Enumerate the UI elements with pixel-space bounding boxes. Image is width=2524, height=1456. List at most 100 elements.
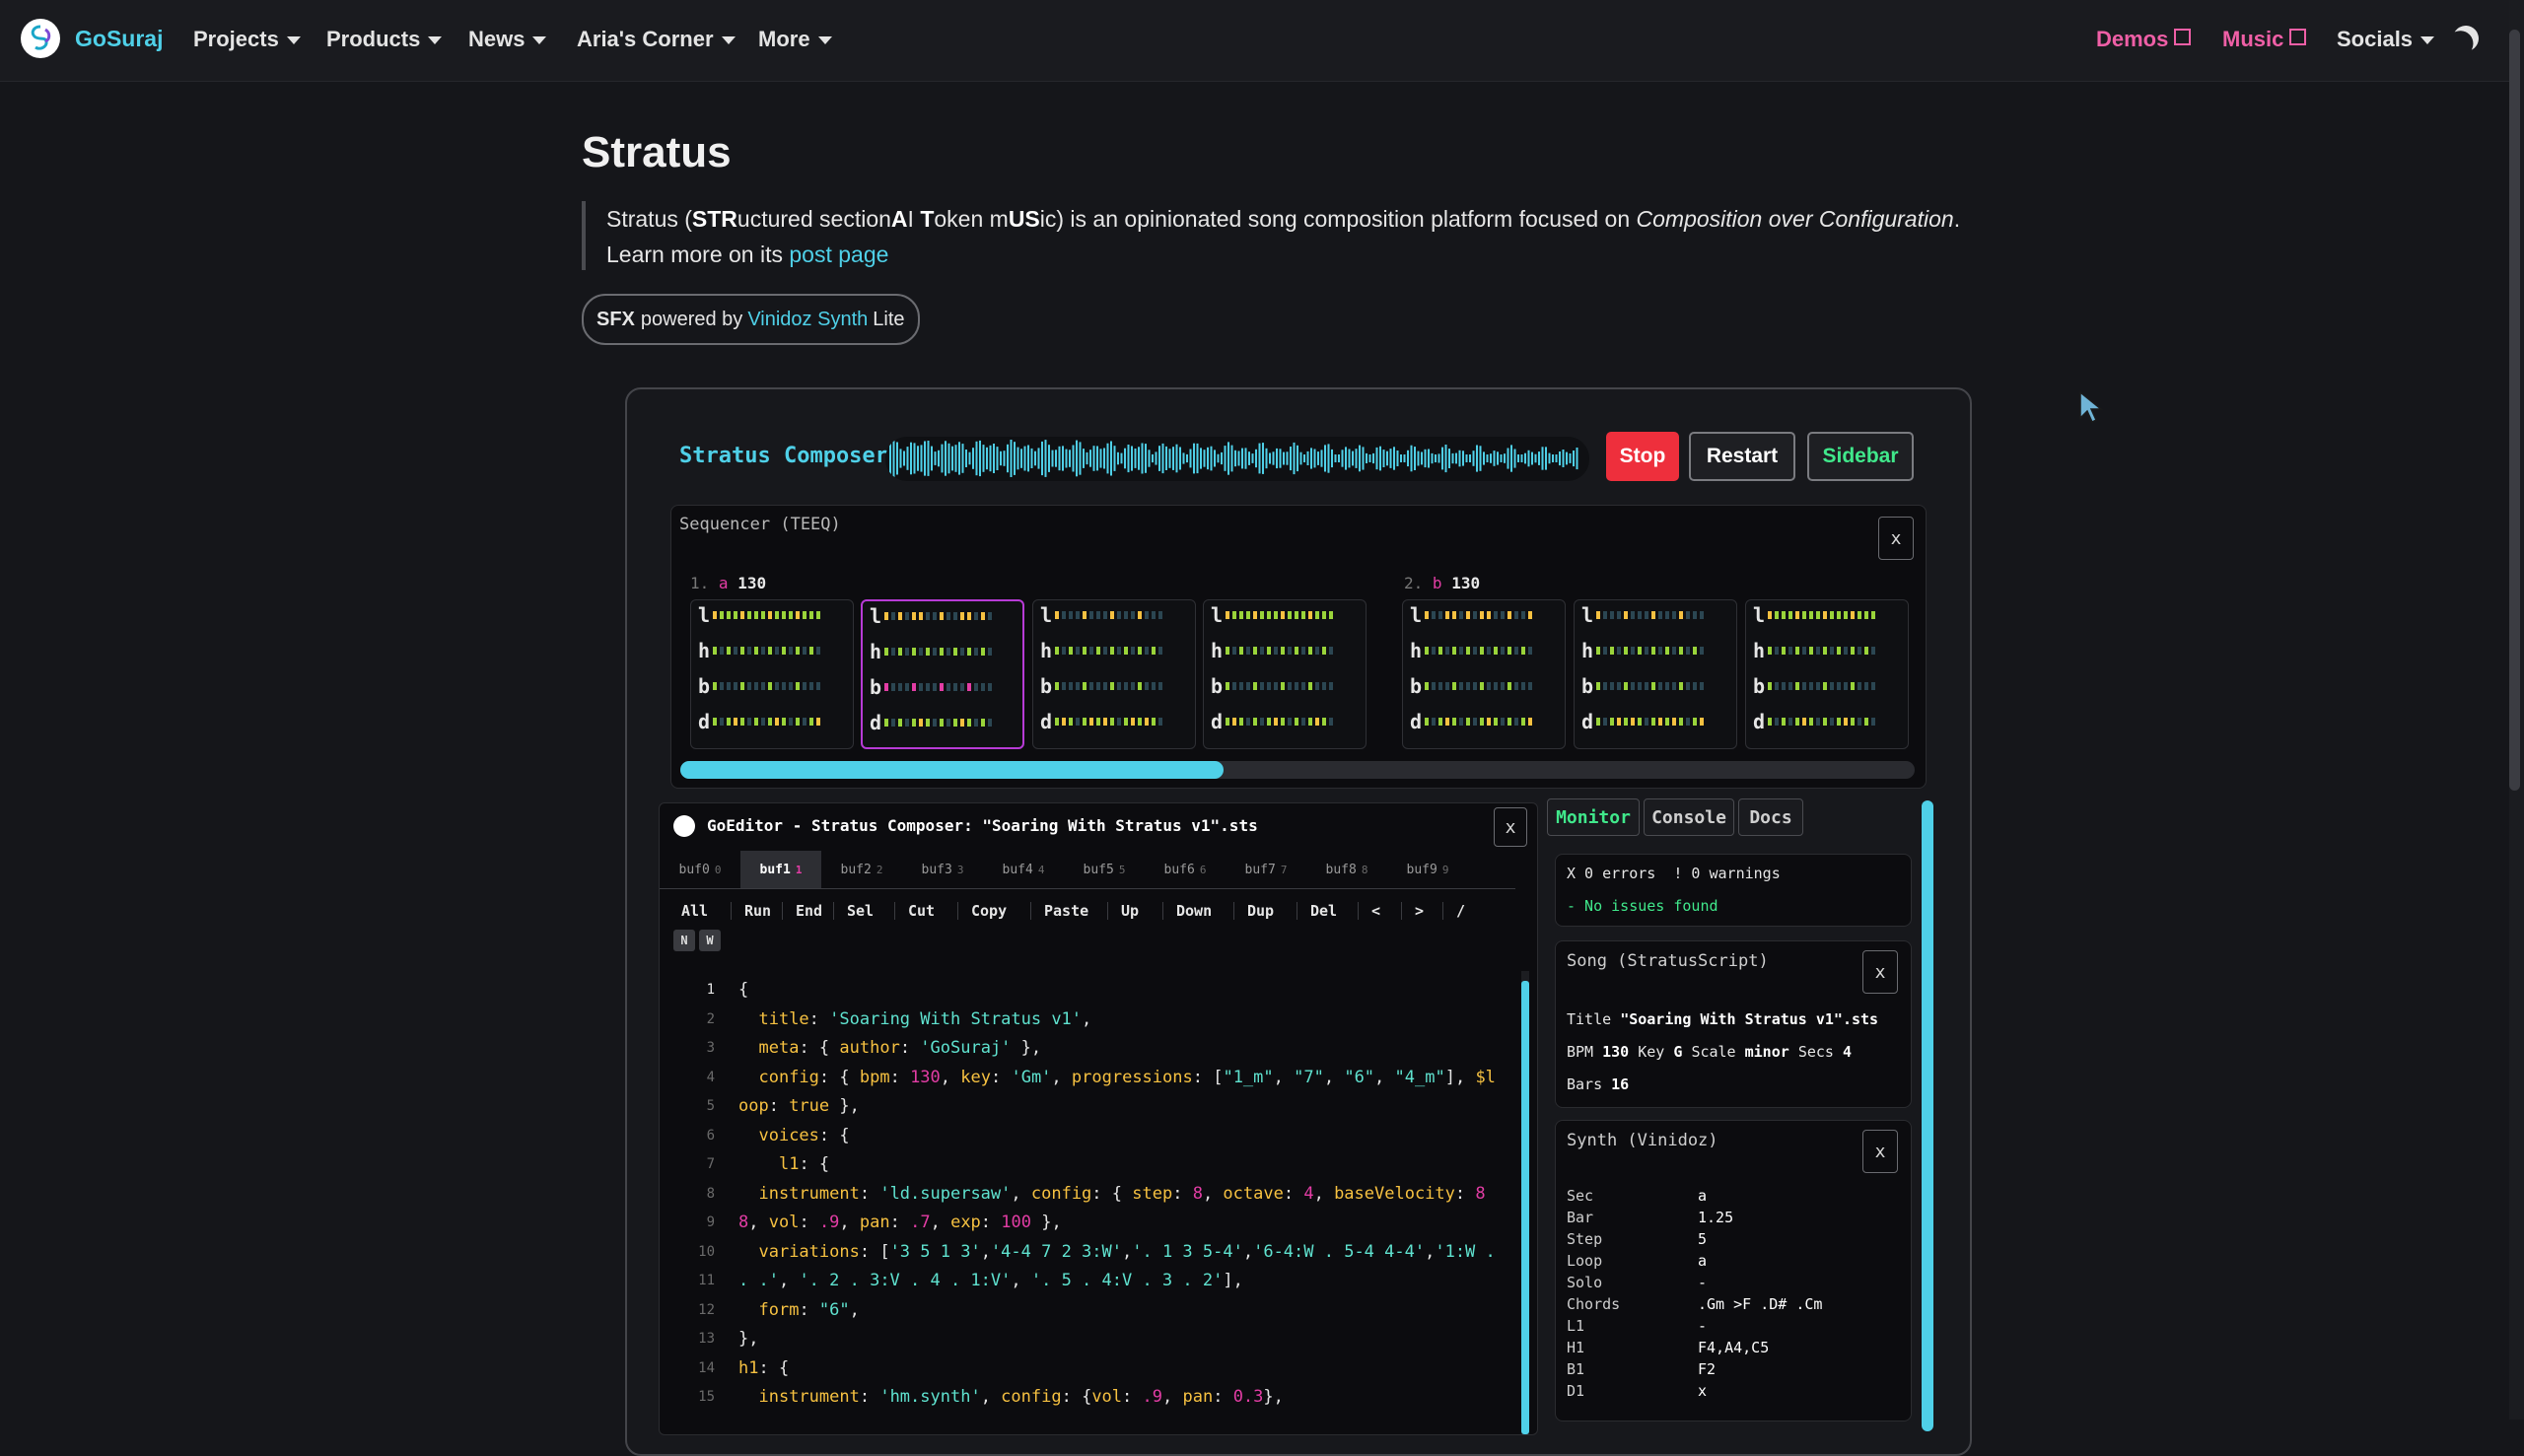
tab-docs[interactable]: Docs <box>1738 798 1803 836</box>
code-area[interactable]: 1 2 3 4 5 6 7 8 9 10 11 12 13 14 15 { title: 'Soaring … <box>660 969 1537 1434</box>
mode-n-button[interactable]: N <box>673 930 695 951</box>
buffer-tab-buf6[interactable]: buf6 6 <box>1145 851 1226 888</box>
song-close-button[interactable]: x <box>1862 950 1898 994</box>
synth-value: 1.25 <box>1698 1209 1734 1226</box>
waveform-bar <box>920 445 923 472</box>
toolbar-button[interactable]: Paste <box>1044 898 1088 924</box>
song-meta-row: BPM 130 Key G Scale minor Secs 4 <box>1567 1043 1852 1061</box>
tab-console[interactable]: Console <box>1644 798 1734 836</box>
mode-w-button[interactable]: W <box>699 930 721 951</box>
nav-arias-corner-dropdown[interactable]: Aria's Corner <box>577 27 736 52</box>
bar-track-row: h <box>1410 636 1535 665</box>
sidebar-scrollbar[interactable] <box>1922 800 1933 1431</box>
toolbar-button[interactable]: Sel <box>847 898 874 924</box>
stop-button[interactable]: Stop <box>1606 432 1679 481</box>
sequencer-bar-card[interactable]: lhbd <box>1745 599 1909 749</box>
waveform-bar <box>1224 446 1227 471</box>
post-page-link[interactable]: post page <box>789 242 888 267</box>
buffer-tab-buf8[interactable]: buf8 8 <box>1306 851 1387 888</box>
toolbar-button[interactable]: > <box>1415 898 1424 924</box>
restart-button[interactable]: Restart <box>1689 432 1795 481</box>
step-dot <box>1788 647 1792 655</box>
step-dot <box>1301 718 1305 726</box>
toolbar-button[interactable]: < <box>1371 898 1380 924</box>
sequencer-bar-card[interactable]: lhbd <box>1574 599 1737 749</box>
brand-link[interactable]: GoSuraj <box>75 26 163 52</box>
buffer-tab-buf2[interactable]: buf2 2 <box>821 851 902 888</box>
toolbar-button[interactable]: / <box>1456 898 1465 924</box>
step-dot <box>782 682 786 690</box>
step-dot <box>1076 682 1080 690</box>
step-dot <box>1631 647 1635 655</box>
step-dot <box>933 648 937 656</box>
code-line: title: 'Soaring With Stratus v1', <box>758 1009 1092 1029</box>
vinidoz-synth-link[interactable]: Vinidoz Synth <box>747 309 868 331</box>
step-dot <box>1260 611 1264 619</box>
sequencer-bar-card[interactable]: lhbd <box>1203 599 1367 749</box>
waveform-bar <box>1338 454 1340 462</box>
step-dot <box>761 647 765 655</box>
waveform-bar <box>1272 451 1275 465</box>
buffer-tab-buf7[interactable]: buf7 7 <box>1226 851 1306 888</box>
editor-close-button[interactable]: x <box>1494 807 1527 847</box>
step-dot <box>713 611 717 619</box>
buffer-tab-buf4[interactable]: buf4 4 <box>983 851 1064 888</box>
waveform-bar <box>954 445 957 472</box>
toolbar-button[interactable]: Run <box>744 898 771 924</box>
nav-news-dropdown[interactable]: News <box>468 27 547 52</box>
step-dot <box>1083 647 1087 655</box>
track-letter: h <box>870 640 882 663</box>
step-dots <box>1055 682 1165 690</box>
tab-index: 9 <box>1441 863 1449 876</box>
synth-value: F2 <box>1698 1360 1717 1378</box>
editor-scrollbar[interactable] <box>1521 971 1529 1434</box>
step-dot <box>1672 611 1676 619</box>
buffer-tab-buf9[interactable]: buf9 9 <box>1387 851 1468 888</box>
nav-projects-dropdown[interactable]: Projects <box>193 27 301 52</box>
waveform-bar <box>910 442 912 475</box>
step-dot <box>768 647 772 655</box>
sequencer-progress-bar[interactable] <box>680 761 1915 779</box>
buffer-tab-buf3[interactable]: buf3 3 <box>902 851 983 888</box>
moon-theme-toggle-icon[interactable] <box>2449 22 2482 54</box>
gosuraj-logo-icon[interactable] <box>21 19 60 58</box>
step-dot <box>1610 718 1614 726</box>
toolbar-button[interactable]: Del <box>1310 898 1337 924</box>
synth-value: F4,A4,C5 <box>1698 1339 1770 1356</box>
nav-socials-dropdown[interactable]: Socials <box>2337 27 2435 52</box>
step-dot <box>1096 611 1100 619</box>
nav-more-dropdown[interactable]: More <box>758 27 832 52</box>
waveform-bar <box>1127 445 1130 473</box>
toolbar-button[interactable]: All <box>681 898 708 924</box>
page-scrollbar[interactable] <box>2509 0 2524 1420</box>
buffer-tab-buf0[interactable]: buf0 0 <box>660 851 740 888</box>
step-dot <box>1514 682 1518 690</box>
toolbar-button[interactable]: Dup <box>1247 898 1274 924</box>
step-dot <box>1507 647 1511 655</box>
sequencer-bar-card[interactable]: lhbd <box>1402 599 1566 749</box>
waveform-bar <box>1145 444 1147 473</box>
toolbar-button[interactable]: Up <box>1121 898 1139 924</box>
step-dot <box>1802 718 1806 726</box>
step-dot <box>1089 718 1093 726</box>
page-scrollbar-thumb[interactable] <box>2509 30 2520 791</box>
nav-demos-link[interactable]: Demos <box>2096 27 2192 52</box>
sequencer-bar-card[interactable]: lhbd <box>690 599 854 749</box>
synth-close-button[interactable]: x <box>1862 1130 1898 1173</box>
sequencer-close-button[interactable]: x <box>1878 517 1914 560</box>
tab-monitor[interactable]: Monitor <box>1547 798 1640 836</box>
buffer-tab-buf5[interactable]: buf5 5 <box>1064 851 1145 888</box>
nav-products-dropdown[interactable]: Products <box>326 27 443 52</box>
toolbar-button[interactable]: Down <box>1176 898 1212 924</box>
sidebar-button[interactable]: Sidebar <box>1807 432 1914 481</box>
toolbar-button[interactable]: End <box>796 898 822 924</box>
step-dot <box>1514 611 1518 619</box>
editor-scrollbar-thumb[interactable] <box>1521 981 1529 1434</box>
top-navbar: GoSuraj Projects Products News Aria's Co… <box>0 0 2509 82</box>
toolbar-button[interactable]: Copy <box>971 898 1007 924</box>
buffer-tab-buf1[interactable]: buf1 1 <box>740 851 821 888</box>
toolbar-button[interactable]: Cut <box>908 898 935 924</box>
sequencer-bar-card[interactable]: lhbd <box>1032 599 1196 749</box>
sequencer-bar-card[interactable]: lhbd <box>861 599 1024 749</box>
nav-music-link[interactable]: Music <box>2222 27 2307 52</box>
